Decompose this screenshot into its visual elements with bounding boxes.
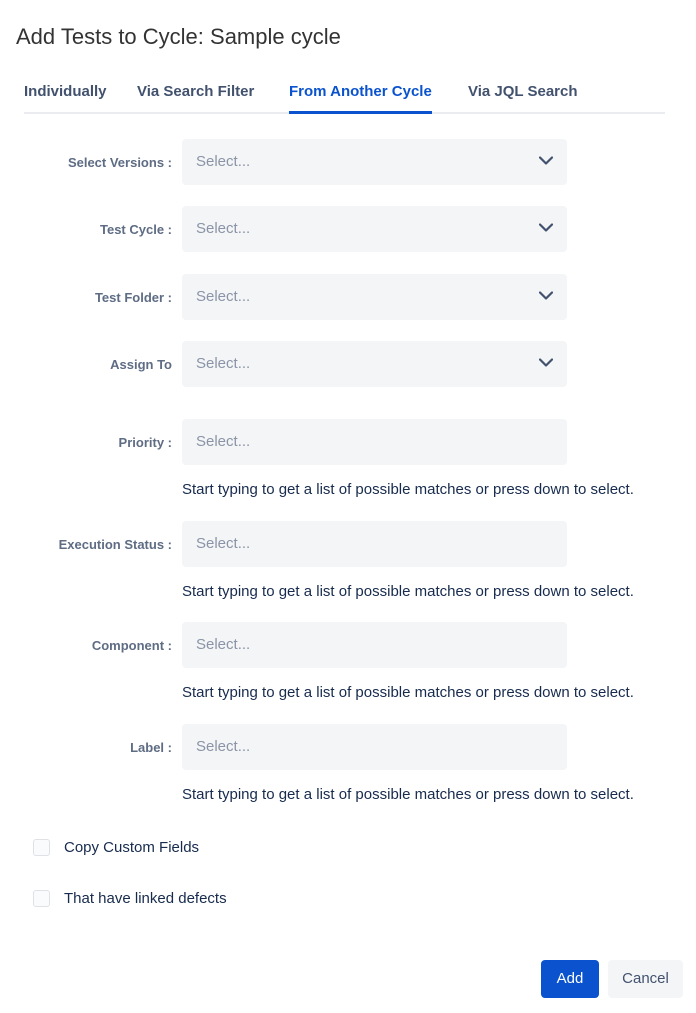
select-versions-placeholder: Select... [196,153,251,170]
chevron-down-icon [539,156,553,165]
component-placeholder: Select... [196,636,251,653]
field-label-test-cycle: Test Cycle : [99,222,172,237]
field-label-priority: Priority : [118,435,172,450]
tab-individually[interactable]: Individually [24,82,107,111]
select-versions-dropdown[interactable]: Select... [182,139,567,185]
chevron-down-icon [539,358,553,367]
assign-to-dropdown[interactable]: Select... [182,341,567,387]
field-label-select-versions: Select Versions : [67,155,172,170]
label-help-text: Start typing to get a list of possible m… [182,786,634,803]
chevron-down-icon [539,291,553,300]
tab-bar: Individually Via Search Filter From Anot… [24,82,665,114]
that-have-linked-defects-checkbox[interactable] [33,890,50,907]
page-title: Add Tests to Cycle: Sample cycle [16,24,341,49]
copy-custom-fields-label: Copy Custom Fields [64,839,200,856]
that-have-linked-defects-label: That have linked defects [64,890,227,907]
test-cycle-placeholder: Select... [196,220,251,237]
priority-placeholder: Select... [196,433,251,450]
test-cycle-dropdown[interactable]: Select... [182,206,567,252]
label-input[interactable]: Select... [182,724,567,770]
add-button[interactable]: Add [541,960,599,998]
field-label-assign-to: Assign To [110,357,172,372]
priority-help-text: Start typing to get a list of possible m… [182,481,634,498]
component-help-text: Start typing to get a list of possible m… [182,684,634,701]
tab-from-another-cycle[interactable]: From Another Cycle [289,82,432,114]
priority-input[interactable]: Select... [182,419,567,465]
add-tests-to-cycle-dialog: Add Tests to Cycle: Sample cycle Individ… [0,0,696,1013]
assign-to-placeholder: Select... [196,355,251,372]
cancel-button[interactable]: Cancel [608,960,683,998]
tab-via-search-filter[interactable]: Via Search Filter [137,82,254,111]
copy-custom-fields-checkbox[interactable] [33,839,50,856]
field-label-label: Label : [130,740,172,755]
execution-status-placeholder: Select... [196,535,251,552]
test-folder-placeholder: Select... [196,288,251,305]
chevron-down-icon [539,223,553,232]
field-label-test-folder: Test Folder : [94,290,172,305]
field-label-execution-status: Execution Status : [58,537,172,552]
execution-status-help-text: Start typing to get a list of possible m… [182,583,634,600]
label-placeholder: Select... [196,738,251,755]
field-label-component: Component : [91,638,172,653]
component-input[interactable]: Select... [182,622,567,668]
test-folder-dropdown[interactable]: Select... [182,274,567,320]
execution-status-input[interactable]: Select... [182,521,567,567]
tab-via-jql-search[interactable]: Via JQL Search [468,82,578,111]
